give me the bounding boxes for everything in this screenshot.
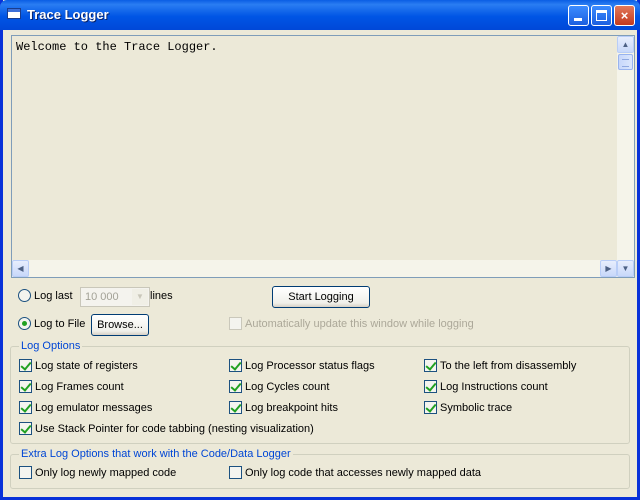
scroll-right-button[interactable]: ▶ [600, 260, 617, 277]
log-last-radio[interactable] [18, 289, 31, 302]
window-title: Trace Logger [27, 7, 109, 22]
log-option-label-2: Log Processor status flags [245, 360, 375, 372]
log-option-checkbox-8[interactable] [229, 401, 242, 414]
auto-update-label: Automatically update this window while l… [245, 318, 474, 330]
log-textbox[interactable]: Welcome to the Trace Logger. ▲ ▼ ◀ ▶ [11, 35, 635, 278]
extra-option-checkbox-1[interactable] [19, 466, 32, 479]
log-options-title: Log Options [19, 340, 83, 352]
log-option-label-5: Log Cycles count [245, 381, 330, 393]
log-option-checkbox-5[interactable] [229, 380, 242, 393]
log-text: Welcome to the Trace Logger. [16, 40, 218, 54]
maximize-icon [596, 10, 607, 21]
extra-option-label-1: Only log newly mapped code [35, 467, 177, 479]
lines-count-combobox[interactable]: 10 000 ▼ [80, 287, 150, 307]
log-option-label-7: Log emulator messages [35, 402, 153, 414]
log-option-checkbox-9[interactable] [424, 401, 437, 414]
minimize-icon [574, 18, 582, 21]
log-option-checkbox-10[interactable] [19, 422, 32, 435]
chevron-down-icon[interactable]: ▼ [132, 289, 148, 305]
log-option-label-9: Symbolic trace [440, 402, 513, 414]
scroll-left-button[interactable]: ◀ [12, 260, 29, 277]
minimize-button[interactable] [568, 5, 589, 26]
title-bar[interactable]: Trace Logger × [0, 0, 640, 30]
log-option-label-8: Log breakpoint hits [245, 402, 338, 414]
maximize-button[interactable] [591, 5, 612, 26]
log-option-checkbox-4[interactable] [19, 380, 32, 393]
start-logging-button[interactable]: Start Logging [272, 286, 370, 308]
log-to-file-label: Log to File [34, 318, 86, 330]
scroll-up-button[interactable]: ▲ [617, 36, 634, 53]
scroll-thumb[interactable] [618, 54, 633, 70]
extra-log-options-title: Extra Log Options that work with the Cod… [19, 448, 293, 460]
log-option-label-4: Log Frames count [35, 381, 124, 393]
close-button[interactable]: × [614, 5, 635, 26]
scroll-down-button[interactable]: ▼ [617, 260, 634, 277]
log-option-label-3: To the left from disassembly [440, 360, 577, 372]
browse-button[interactable]: Browse... [91, 314, 149, 336]
horizontal-scrollbar[interactable]: ◀ ▶ [12, 260, 617, 277]
close-icon: × [620, 8, 629, 23]
lines-count-value: 10 000 [85, 291, 119, 303]
log-to-file-radio[interactable] [18, 317, 31, 330]
log-option-label-1: Log state of registers [35, 360, 138, 372]
log-option-checkbox-2[interactable] [229, 359, 242, 372]
extra-option-label-2: Only log code that accesses newly mapped… [245, 467, 482, 479]
log-option-label-10: Use Stack Pointer for code tabbing (nest… [35, 423, 314, 435]
window-icon [7, 8, 21, 19]
log-option-checkbox-6[interactable] [424, 380, 437, 393]
log-last-label: Log last [34, 290, 73, 302]
lines-label: lines [150, 290, 173, 302]
vertical-scrollbar[interactable]: ▲ ▼ [617, 36, 634, 277]
log-option-checkbox-7[interactable] [19, 401, 32, 414]
trace-logger-window: Trace Logger × Welcome to the Trace Logg… [0, 0, 640, 500]
extra-option-checkbox-2[interactable] [229, 466, 242, 479]
log-option-checkbox-3[interactable] [424, 359, 437, 372]
log-option-checkbox-1[interactable] [19, 359, 32, 372]
auto-update-checkbox[interactable] [229, 317, 242, 330]
log-option-label-6: Log Instructions count [440, 381, 548, 393]
